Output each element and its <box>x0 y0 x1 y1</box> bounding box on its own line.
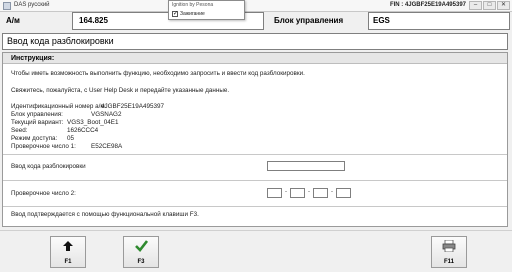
f11-label: F11 <box>443 259 454 265</box>
unlock-code-label: Ввод кода разблокировки <box>11 163 86 170</box>
page-title: Ввод кода разблокировки <box>2 33 508 50</box>
ignition-checkbox[interactable]: ✓ <box>172 11 178 17</box>
window-controls: – □ ✕ <box>469 1 510 10</box>
up-arrow-icon <box>51 240 85 255</box>
window-title: DAS русский <box>14 2 50 8</box>
divider <box>3 206 507 207</box>
f3-button[interactable]: F3 <box>123 236 159 268</box>
ignition-label: Зажигание <box>180 11 205 17</box>
instruction-line-2: Свяжитесь, пожалуйста, с User Help Desk … <box>11 87 230 94</box>
popup-title: Ignition by Pesona <box>172 2 214 8</box>
info-label: Текущий вариант: <box>11 119 64 126</box>
f1-label: F1 <box>64 259 72 265</box>
title-bar: DAS русский FIN : 4JGBF25E19A495397 – □ … <box>0 0 512 12</box>
check-number-field-2[interactable] <box>290 188 305 198</box>
control-unit-value: EGS <box>368 12 510 30</box>
info-value: VGS3_Boot_04E1 <box>67 119 119 126</box>
checkmark-icon <box>124 240 158 255</box>
f11-button[interactable]: F11 <box>431 236 467 268</box>
info-label: Блок управления: <box>11 111 63 118</box>
info-label: Проверочное число 1: <box>11 143 76 150</box>
minimize-button[interactable]: – <box>469 1 482 10</box>
check-separator: - <box>285 189 287 195</box>
info-value: 1626CCC4 <box>67 127 99 134</box>
info-value: VGSNAG2 <box>91 111 122 118</box>
check-separator: - <box>331 189 333 195</box>
check-separator: - <box>308 189 310 195</box>
control-unit-label: Блок управления <box>270 12 368 30</box>
info-value: E52CE98A <box>91 143 123 150</box>
unlock-code-input[interactable] <box>267 161 345 171</box>
vehicle-label: А/м <box>0 12 72 30</box>
instruction-line-1: Чтобы иметь возможность выполнить функци… <box>11 70 305 77</box>
fin-label: FIN : 4JGBF25E19A495397 <box>389 2 466 8</box>
maximize-button[interactable]: □ <box>483 1 496 10</box>
info-label: Режим доступа: <box>11 135 58 142</box>
f1-button[interactable]: F1 <box>50 236 86 268</box>
ignition-popup: Ignition by Pesona ✓ Зажигание <box>168 0 245 20</box>
check-number-label: Проверочное число 2: <box>11 190 76 197</box>
instructions-heading: Инструкция: <box>3 53 507 64</box>
f3-label: F3 <box>137 259 145 265</box>
vehicle-id-label: Идентификационный номер а/м: <box>11 103 107 110</box>
app-icon <box>3 2 11 10</box>
function-key-bar: F1 F3 F11 <box>0 230 512 272</box>
check-number-field-3[interactable] <box>313 188 328 198</box>
instruction-panel: Инструкция: Чтобы иметь возможность выпо… <box>2 52 508 227</box>
info-value: 05 <box>67 135 75 142</box>
divider <box>3 154 507 155</box>
check-number-field-4[interactable] <box>336 188 351 198</box>
close-button[interactable]: ✕ <box>497 1 510 10</box>
check-number-field-1[interactable] <box>267 188 282 198</box>
printer-icon <box>432 239 466 255</box>
confirm-hint: Ввод подтверждается с помощью функционал… <box>11 211 199 218</box>
divider <box>3 180 507 181</box>
info-label: Seed: <box>11 127 28 134</box>
vehicle-id-value: 4JGBF25E19A495397 <box>101 103 165 110</box>
